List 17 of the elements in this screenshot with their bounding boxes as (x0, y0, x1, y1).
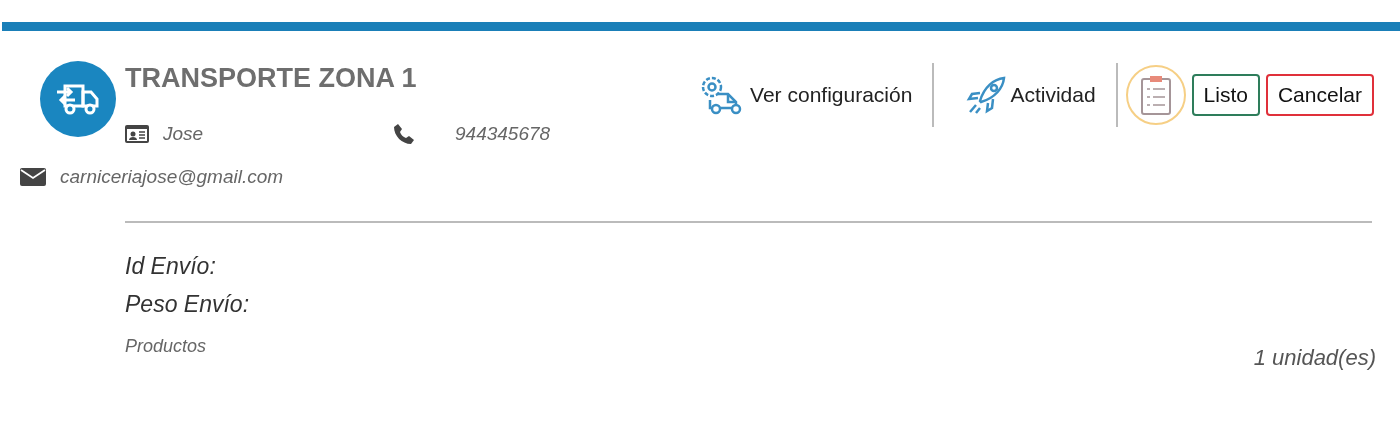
cancel-button[interactable]: Cancelar (1265, 74, 1374, 116)
title: TRANSPORTE ZONA 1 (125, 62, 418, 94)
field-label: Peso Envío: (125, 290, 251, 319)
done-button[interactable]: Listo (1191, 74, 1260, 116)
phone-icon (392, 122, 416, 147)
truck-icon (55, 82, 101, 116)
quantity: 1 unidad(es) (1253, 344, 1376, 372)
activity-link[interactable]: Actividad (966, 75, 1096, 115)
clipboard-icon (1140, 75, 1171, 115)
configuration-link[interactable]: Ver configuración (698, 74, 913, 116)
contact-name: Jose (163, 122, 205, 146)
field-label: Id Envío: (125, 252, 217, 281)
email: carniceriajose@gmail.com (60, 164, 284, 189)
envelope-icon (20, 167, 46, 186)
products-label: Productos (125, 335, 207, 358)
id-card-icon (125, 125, 149, 144)
phone-number: 944345678 (455, 122, 551, 146)
